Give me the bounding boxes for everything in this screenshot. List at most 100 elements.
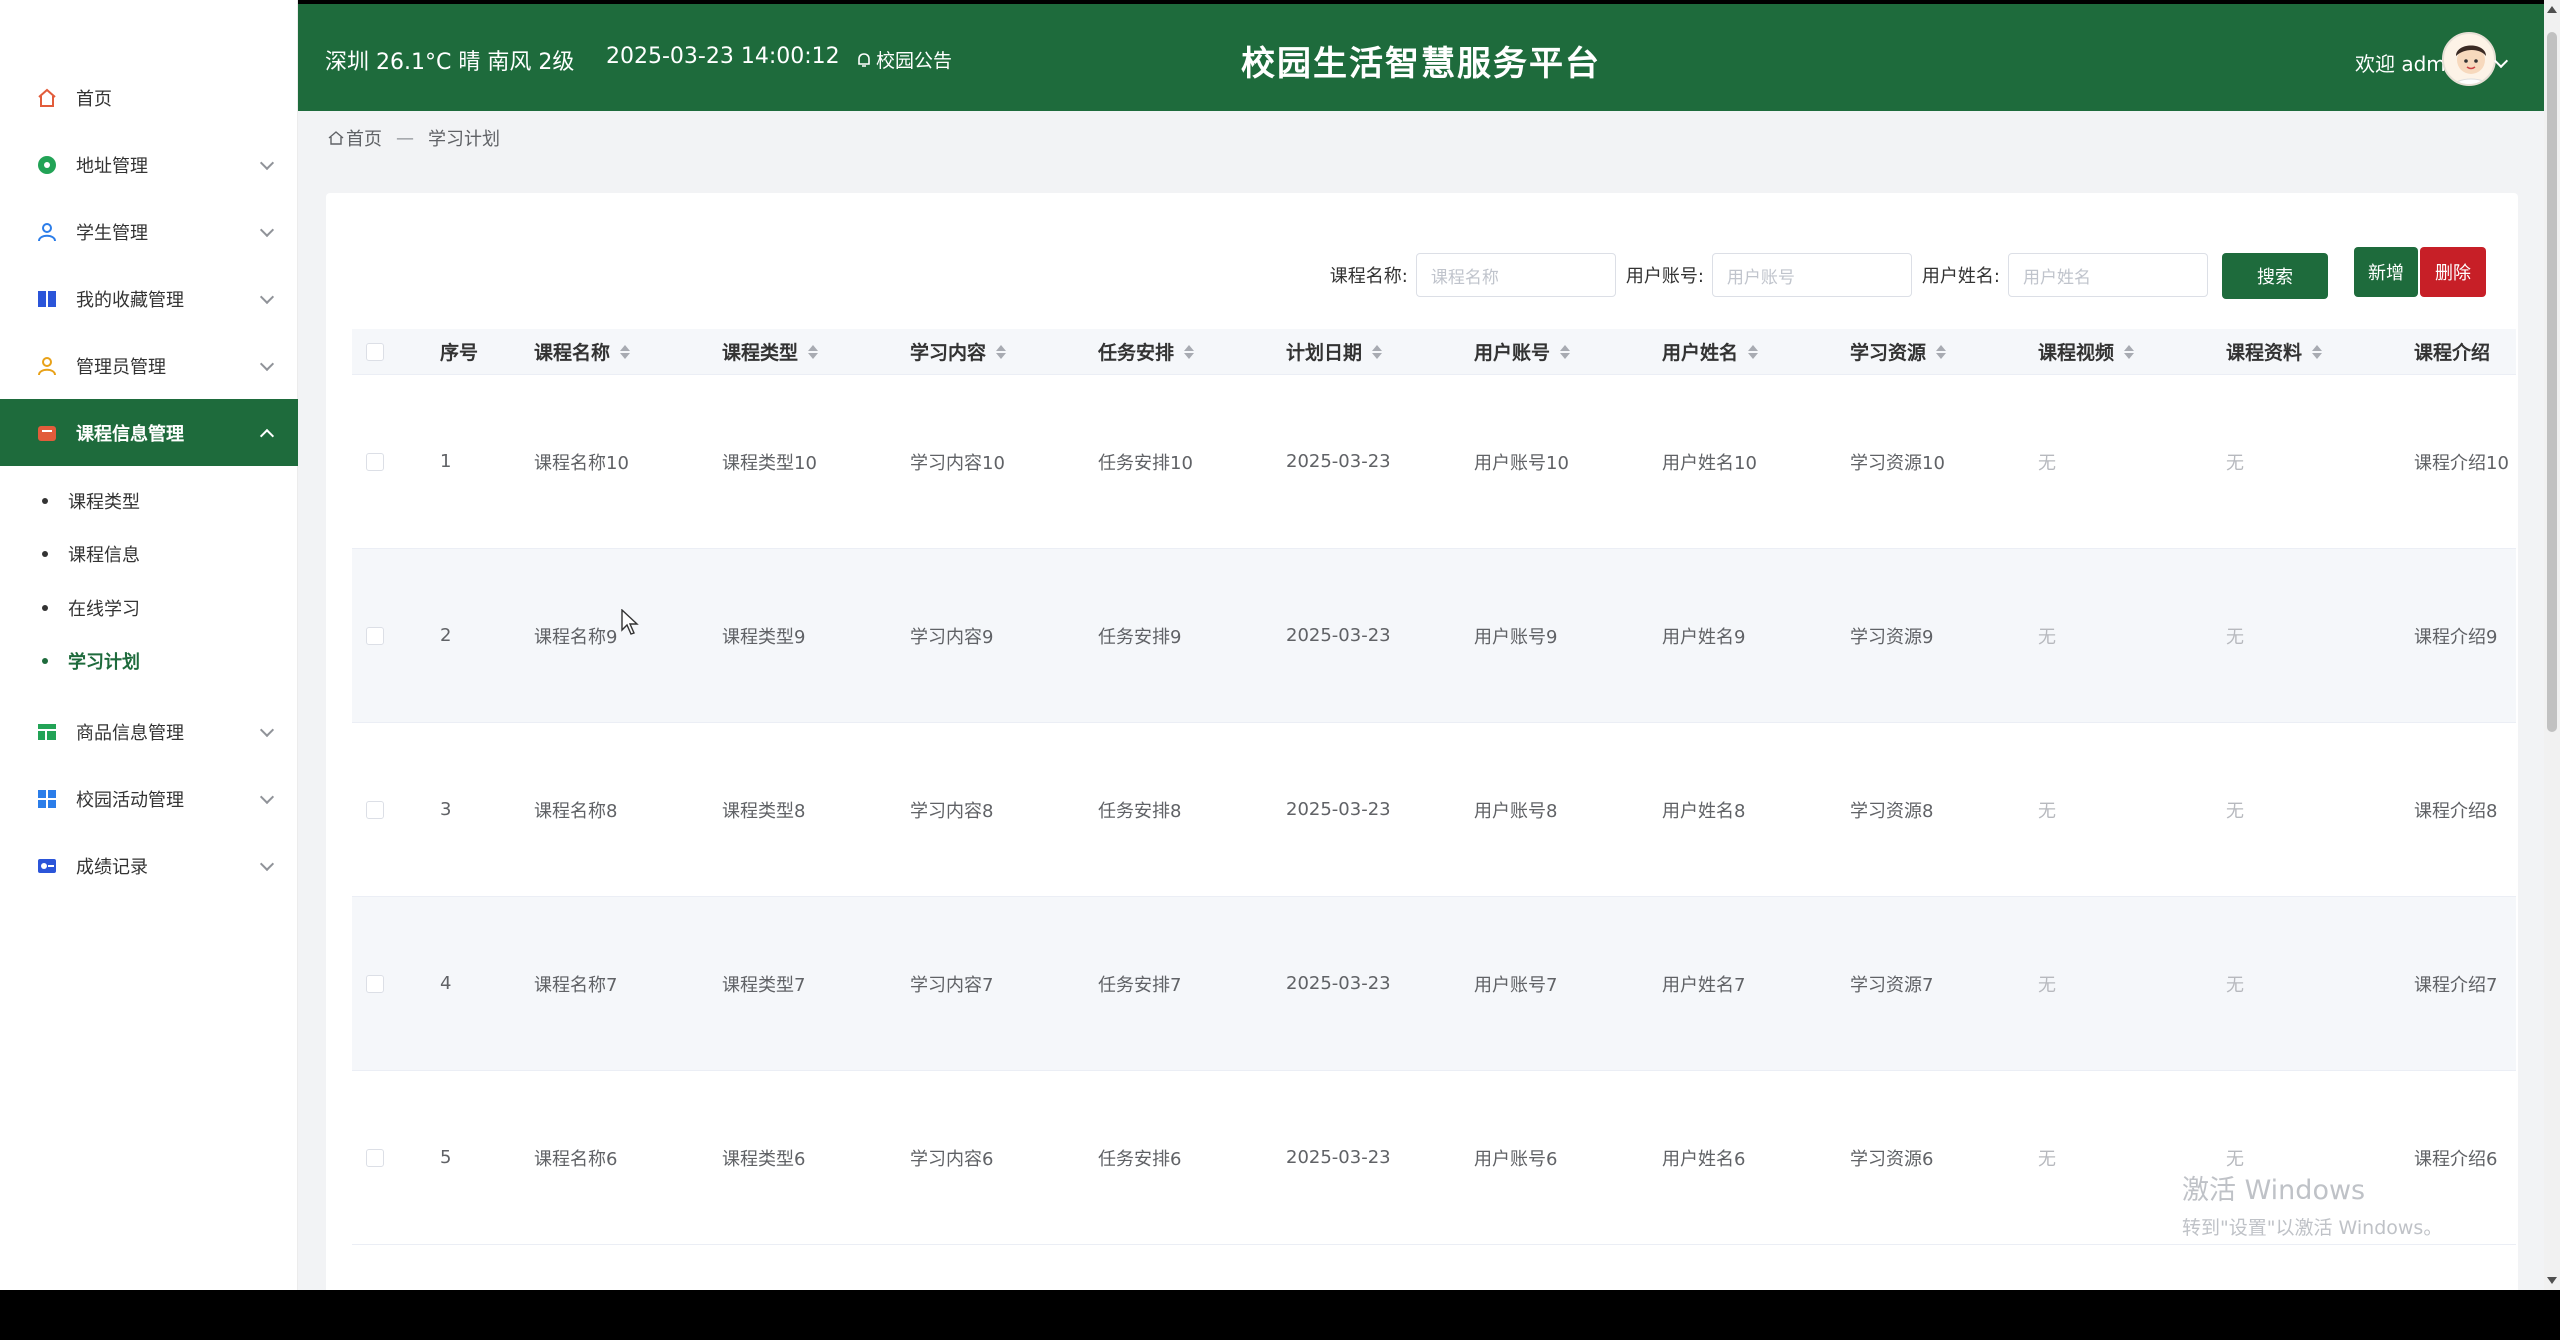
table-cell: 2025-03-23: [1286, 451, 1391, 472]
submenu-item-course-type[interactable]: 课程类型: [0, 474, 298, 528]
table-cell: 无: [2226, 800, 2244, 822]
activity-icon: [36, 788, 58, 810]
table-cell: 学习内容7: [910, 974, 994, 996]
chevron-down-icon: [259, 789, 275, 804]
scroll-up-icon[interactable]: [2547, 6, 2557, 13]
sort-icon[interactable]: [1748, 344, 1759, 359]
table-cell: 任务安排7: [1098, 974, 1182, 996]
table-cell: 课程名称8: [534, 800, 618, 822]
table-cell: 2025-03-23: [1286, 973, 1391, 994]
sidebar-item-students[interactable]: 学生管理: [0, 198, 298, 265]
windows-activation-watermark: 激活 Windows 转到"设置"以激活 Windows。: [2182, 1168, 2442, 1240]
sort-icon[interactable]: [808, 344, 819, 359]
add-button[interactable]: 新增: [2354, 247, 2418, 297]
table-cell: 学习资源10: [1850, 452, 1945, 474]
column-header: 序号: [440, 342, 479, 364]
sidebar-item-label: 我的收藏管理: [76, 289, 184, 311]
table-cell: 用户姓名6: [1662, 1148, 1746, 1170]
column-header[interactable]: 学习内容: [910, 329, 1007, 374]
sidebar-item-admins[interactable]: 管理员管理: [0, 332, 298, 399]
select-all-checkbox[interactable]: [366, 329, 384, 374]
column-header[interactable]: 课程名称: [534, 329, 631, 374]
submenu-item-online-learning[interactable]: 在线学习: [0, 581, 298, 635]
column-header[interactable]: 用户姓名: [1662, 329, 1759, 374]
breadcrumb-home[interactable]: 首页: [346, 125, 382, 151]
table-cell: 课程介绍8: [2414, 800, 2498, 822]
sidebar-item-label: 地址管理: [76, 155, 148, 177]
sort-icon[interactable]: [1936, 344, 1947, 359]
user-account-input[interactable]: 用户账号: [1711, 253, 1912, 297]
table-cell: 任务安排9: [1098, 626, 1182, 648]
table-row[interactable]: 3 课程名称8 课程类型8 学习内容8 任务安排8 2025-03-23 用户账号8 用户姓名…: [352, 723, 2516, 897]
table-cell: 5: [440, 1147, 452, 1168]
sidebar-item-scores[interactable]: 成绩记录: [0, 832, 298, 899]
column-header[interactable]: 课程类型: [722, 329, 819, 374]
column-header[interactable]: 课程资料: [2226, 329, 2323, 374]
column-header[interactable]: 课程视频: [2038, 329, 2135, 374]
sidebar-item-activities[interactable]: 校园活动管理: [0, 765, 298, 832]
course-submenu: 课程类型 课程信息 在线学习 学习计划: [0, 466, 298, 698]
table-cell: 学习资源7: [1850, 974, 1934, 996]
user-name-input[interactable]: 用户姓名: [2008, 253, 2208, 297]
sort-icon[interactable]: [2124, 344, 2135, 359]
sort-icon[interactable]: [1560, 344, 1571, 359]
sidebar-item-label: 商品信息管理: [76, 722, 184, 744]
table-body: 1 课程名称10 课程类型10 学习内容10 任务安排10 2025-03-23 用户账号1…: [352, 375, 2516, 1245]
sort-icon[interactable]: [620, 344, 631, 359]
table-cell: 用户账号9: [1474, 626, 1558, 648]
bullet-icon: [42, 604, 48, 611]
column-header[interactable]: 用户账号: [1474, 329, 1571, 374]
sidebar-item-address[interactable]: 地址管理: [0, 131, 298, 198]
home-icon: [36, 87, 58, 109]
table-cell: 课程类型7: [722, 974, 806, 996]
row-checkbox[interactable]: [366, 375, 384, 548]
scroll-down-icon[interactable]: [2547, 1277, 2557, 1284]
bullet-icon: [42, 658, 48, 665]
search-button[interactable]: 搜索: [2222, 253, 2328, 299]
table-row[interactable]: 2 课程名称9 课程类型9 学习内容9 任务安排9 2025-03-23 用户账号9 用户姓名…: [352, 549, 2516, 723]
table-cell: 任务安排6: [1098, 1148, 1182, 1170]
scrollbar-thumb[interactable]: [2547, 32, 2557, 732]
delete-button[interactable]: 删除: [2420, 247, 2486, 297]
sort-icon[interactable]: [2312, 344, 2323, 359]
table-cell: 无: [2226, 974, 2244, 996]
table-cell: 用户账号10: [1474, 452, 1569, 474]
sidebar-item-home[interactable]: 首页: [0, 64, 298, 131]
search-bar: 课程名称: 课程名称 用户账号: 用户账号 用户姓名: 用户姓名 搜索: [1330, 251, 2328, 299]
table-cell: 课程名称9: [534, 626, 618, 648]
column-header[interactable]: 任务安排: [1098, 329, 1195, 374]
sidebar-item-goods[interactable]: 商品信息管理: [0, 698, 298, 765]
row-checkbox[interactable]: [366, 723, 384, 896]
table-row[interactable]: 4 课程名称7 课程类型7 学习内容7 任务安排7 2025-03-23 用户账号7 用户姓名…: [352, 897, 2516, 1071]
chevron-down-icon: [259, 356, 275, 371]
sort-icon[interactable]: [996, 344, 1007, 359]
course-name-input[interactable]: 课程名称: [1415, 253, 1616, 297]
row-checkbox[interactable]: [366, 1071, 384, 1244]
row-checkbox[interactable]: [366, 549, 384, 722]
table-cell: 2: [440, 625, 452, 646]
page-scrollbar[interactable]: [2544, 0, 2560, 1290]
table-cell: 学习内容10: [910, 452, 1005, 474]
chevron-up-icon: [259, 428, 275, 443]
chevron-down-icon: [259, 856, 275, 871]
sidebar-item-favorites[interactable]: 我的收藏管理: [0, 265, 298, 332]
submenu-item-course-info[interactable]: 课程信息: [0, 528, 298, 582]
table-cell: 无: [2038, 1148, 2056, 1170]
table-cell: 无: [2038, 974, 2056, 996]
sidebar-item-label: 管理员管理: [76, 356, 166, 378]
table-row[interactable]: 1 课程名称10 课程类型10 学习内容10 任务安排10 2025-03-23 用户账号1…: [352, 375, 2516, 549]
sort-icon[interactable]: [1184, 344, 1195, 359]
bullet-icon: [42, 497, 48, 504]
submenu-item-study-plan[interactable]: 学习计划: [0, 635, 298, 689]
avatar[interactable]: [2442, 32, 2496, 86]
row-checkbox[interactable]: [366, 897, 384, 1070]
table-cell: 学习内容9: [910, 626, 994, 648]
sidebar-item-course-info[interactable]: 课程信息管理: [0, 399, 298, 466]
sort-icon[interactable]: [1372, 344, 1383, 359]
column-header[interactable]: 课程介绍: [2414, 329, 2490, 374]
column-header[interactable]: 计划日期: [1286, 329, 1383, 374]
table-cell: 课程名称7: [534, 974, 618, 996]
table-cell: 用户账号7: [1474, 974, 1558, 996]
column-header[interactable]: 学习资源: [1850, 329, 1947, 374]
table-cell: 课程类型9: [722, 626, 806, 648]
